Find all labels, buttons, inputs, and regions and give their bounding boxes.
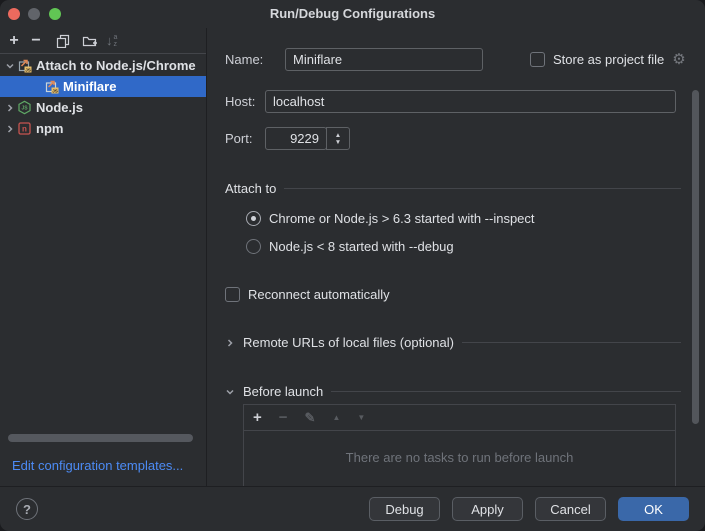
svg-text:JS: JS: [25, 67, 31, 72]
sidebar-toolbar: + − ↓az: [0, 28, 206, 54]
run-debug-configurations-dialog: Run/Debug Configurations + − ↓az JS A: [0, 0, 705, 531]
remove-configuration-icon[interactable]: −: [25, 31, 47, 51]
title-bar: Run/Debug Configurations: [0, 0, 705, 28]
ok-button[interactable]: OK: [618, 497, 689, 521]
svg-text:JS: JS: [52, 88, 58, 93]
reconnect-automatically-checkbox[interactable]: [225, 287, 240, 302]
configurations-sidebar: + − ↓az JS Attach to Node.js/Chrome: [0, 28, 207, 486]
tree-item-label: Miniflare: [63, 79, 116, 94]
attach-to-section-header: Attach to: [225, 181, 681, 196]
tree-item-label: Attach to Node.js/Chrome: [36, 58, 196, 73]
attach-option-label: Node.js < 8 started with --debug: [269, 239, 454, 254]
stepper-down-icon[interactable]: ▼: [335, 139, 341, 146]
dialog-footer: ? Debug Apply Cancel OK: [0, 486, 705, 531]
cancel-button[interactable]: Cancel: [535, 497, 606, 521]
tree-item-label: Node.js: [36, 100, 83, 115]
section-separator: [284, 188, 681, 189]
minimize-window-button[interactable]: [28, 8, 40, 20]
remove-task-icon[interactable]: −: [279, 410, 288, 425]
nodejs-icon: JS: [17, 100, 32, 115]
port-stepper[interactable]: ▲ ▼: [326, 127, 350, 150]
store-as-project-file-label: Store as project file: [553, 52, 664, 67]
attach-to-title: Attach to: [225, 181, 276, 196]
edit-task-icon[interactable]: ✎: [305, 410, 316, 425]
chevron-right-icon[interactable]: [4, 103, 16, 113]
apply-button[interactable]: Apply: [452, 497, 523, 521]
attach-nodejs-chrome-icon: JS: [44, 79, 59, 94]
add-configuration-icon[interactable]: +: [3, 31, 25, 51]
svg-text:n: n: [22, 125, 27, 134]
port-label: Port:: [225, 127, 252, 150]
dialog-title: Run/Debug Configurations: [0, 0, 705, 28]
sidebar-horizontal-scrollbar[interactable]: [8, 434, 193, 442]
host-input[interactable]: [265, 90, 676, 113]
move-up-icon[interactable]: ▲: [332, 410, 340, 425]
remote-urls-section-header[interactable]: Remote URLs of local files (optional): [225, 335, 681, 350]
tree-item-npm[interactable]: n npm: [0, 118, 206, 139]
host-label: Host:: [225, 90, 255, 113]
main-vertical-scrollbar[interactable]: [692, 90, 699, 424]
edit-configuration-templates-link[interactable]: Edit configuration templates...: [12, 458, 183, 473]
footer-buttons: Debug Apply Cancel OK: [369, 497, 689, 521]
copy-configuration-icon[interactable]: [52, 31, 74, 51]
before-launch-section-header[interactable]: Before launch: [225, 384, 681, 399]
configurations-tree: JS Attach to Node.js/Chrome JS Miniflare…: [0, 55, 206, 139]
chevron-right-icon[interactable]: [225, 338, 235, 348]
before-launch-empty-text: There are no tasks to run before launch: [244, 450, 675, 465]
help-button[interactable]: ?: [16, 498, 38, 520]
close-window-button[interactable]: [8, 8, 20, 20]
store-as-project-file-row: Store as project file ⚙: [530, 52, 686, 67]
attach-option-debug[interactable]: Node.js < 8 started with --debug: [246, 239, 454, 254]
tree-item-label: npm: [36, 121, 63, 136]
gear-icon[interactable]: ⚙: [672, 52, 685, 67]
before-launch-tasks-panel: + − ✎ ▲ ▼ There are no tasks to run befo…: [243, 404, 676, 486]
new-folder-icon[interactable]: [78, 31, 100, 51]
reconnect-automatically-row[interactable]: Reconnect automatically: [225, 287, 390, 302]
name-label: Name:: [225, 48, 263, 71]
tree-item-attach-nodejs-chrome[interactable]: JS Attach to Node.js/Chrome: [0, 55, 206, 76]
add-task-icon[interactable]: +: [253, 410, 262, 425]
move-down-icon[interactable]: ▼: [357, 410, 365, 425]
chevron-right-icon[interactable]: [4, 124, 16, 134]
remote-urls-title: Remote URLs of local files (optional): [243, 335, 454, 350]
before-launch-title: Before launch: [243, 384, 323, 399]
section-separator: [462, 342, 681, 343]
chevron-down-icon[interactable]: [4, 61, 16, 71]
name-input[interactable]: [285, 48, 483, 71]
configuration-form: Name: Store as project file ⚙ Host: Port…: [208, 28, 705, 486]
svg-text:JS: JS: [21, 106, 28, 112]
tree-item-miniflare[interactable]: JS Miniflare: [0, 76, 206, 97]
section-separator: [331, 391, 681, 392]
debug-button[interactable]: Debug: [369, 497, 440, 521]
attach-nodejs-chrome-icon: JS: [17, 58, 32, 73]
reconnect-automatically-label: Reconnect automatically: [248, 287, 390, 302]
sort-configurations-icon[interactable]: ↓az: [106, 33, 117, 48]
radio-unselected-icon[interactable]: [246, 239, 261, 254]
zoom-window-button[interactable]: [49, 8, 61, 20]
tree-item-nodejs[interactable]: JS Node.js: [0, 97, 206, 118]
chevron-down-icon[interactable]: [225, 387, 235, 397]
attach-option-label: Chrome or Node.js > 6.3 started with --i…: [269, 211, 535, 226]
before-launch-toolbar: + − ✎ ▲ ▼: [244, 405, 675, 431]
port-input[interactable]: [265, 127, 327, 150]
attach-option-inspect[interactable]: Chrome or Node.js > 6.3 started with --i…: [246, 211, 535, 226]
store-as-project-file-checkbox[interactable]: [530, 52, 545, 67]
stepper-up-icon[interactable]: ▲: [335, 132, 341, 139]
npm-icon: n: [17, 121, 32, 136]
radio-selected-icon[interactable]: [246, 211, 261, 226]
